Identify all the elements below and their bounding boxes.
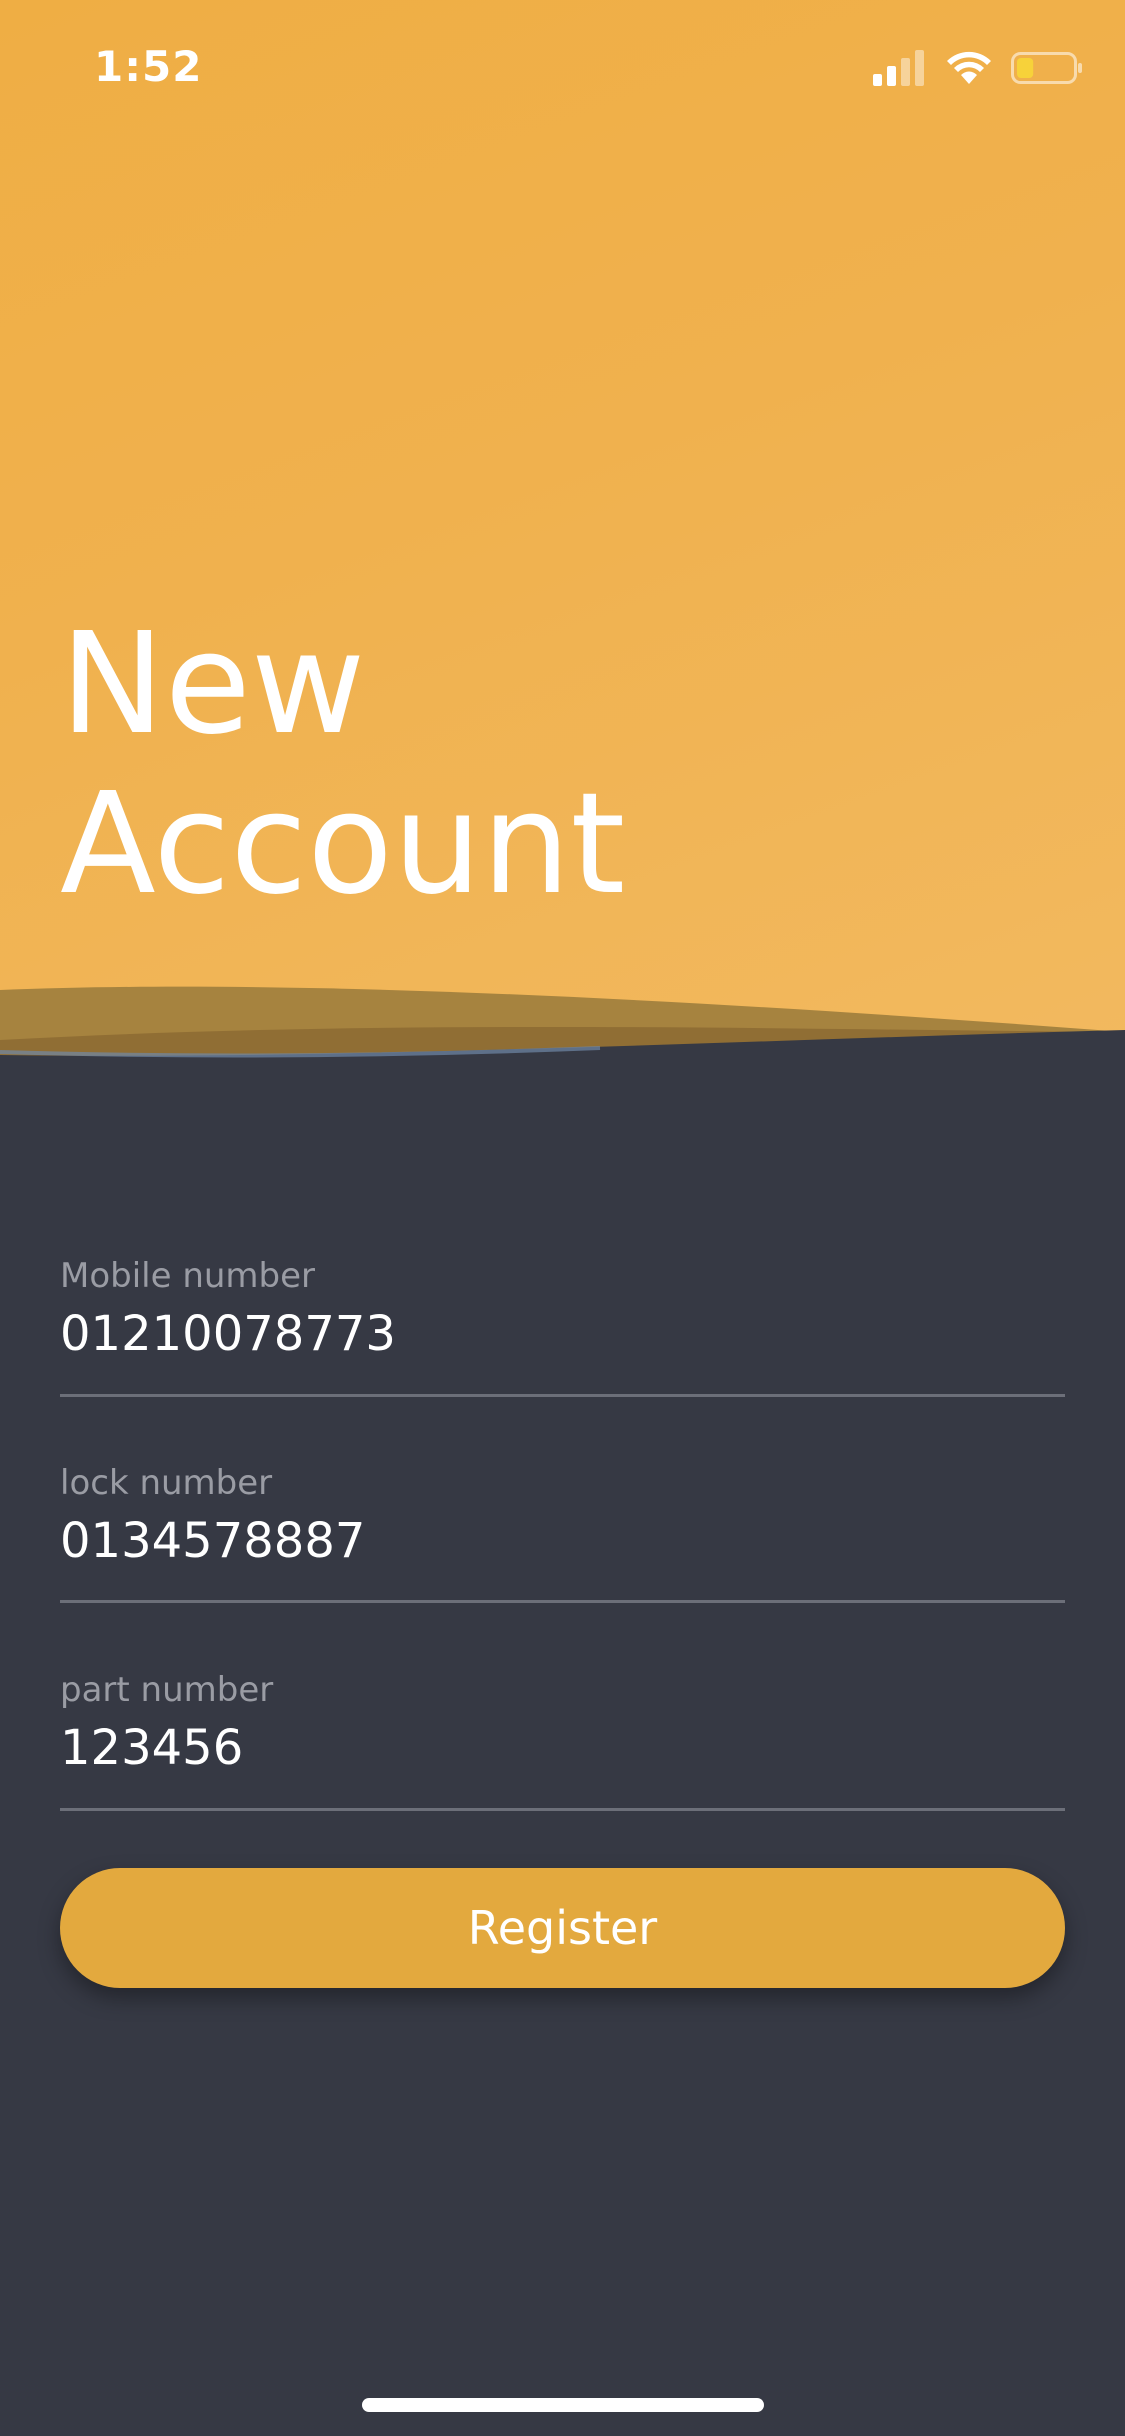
status-bar: 1:52 — [0, 0, 1125, 132]
mobile-number-input[interactable]: 01210078773 — [60, 1306, 396, 1362]
wifi-icon — [947, 51, 991, 84]
status-time: 1:52 — [94, 42, 203, 91]
mobile-number-label: Mobile number — [60, 1256, 316, 1296]
register-button[interactable]: Register — [60, 1868, 1065, 1988]
page-title-line-1: New — [60, 603, 366, 766]
part-number-label: part number — [60, 1670, 274, 1710]
battery-icon — [1011, 52, 1082, 84]
lock-number-label: lock number — [60, 1463, 273, 1503]
lock-number-input[interactable]: 0134578887 — [60, 1513, 365, 1569]
status-icons — [873, 48, 1083, 88]
page-title-line-2: Account — [60, 763, 626, 926]
home-indicator[interactable] — [362, 2398, 764, 2412]
lock-number-field[interactable]: lock number 0134578887 — [60, 1463, 1065, 1603]
mobile-number-field[interactable]: Mobile number 01210078773 — [60, 1256, 1065, 1397]
cellular-signal-icon — [873, 50, 924, 86]
part-number-field[interactable]: part number 123456 — [60, 1670, 1065, 1811]
wave-divider — [0, 986, 1125, 1080]
page-title: New Account — [60, 605, 625, 925]
part-number-input[interactable]: 123456 — [60, 1720, 243, 1776]
